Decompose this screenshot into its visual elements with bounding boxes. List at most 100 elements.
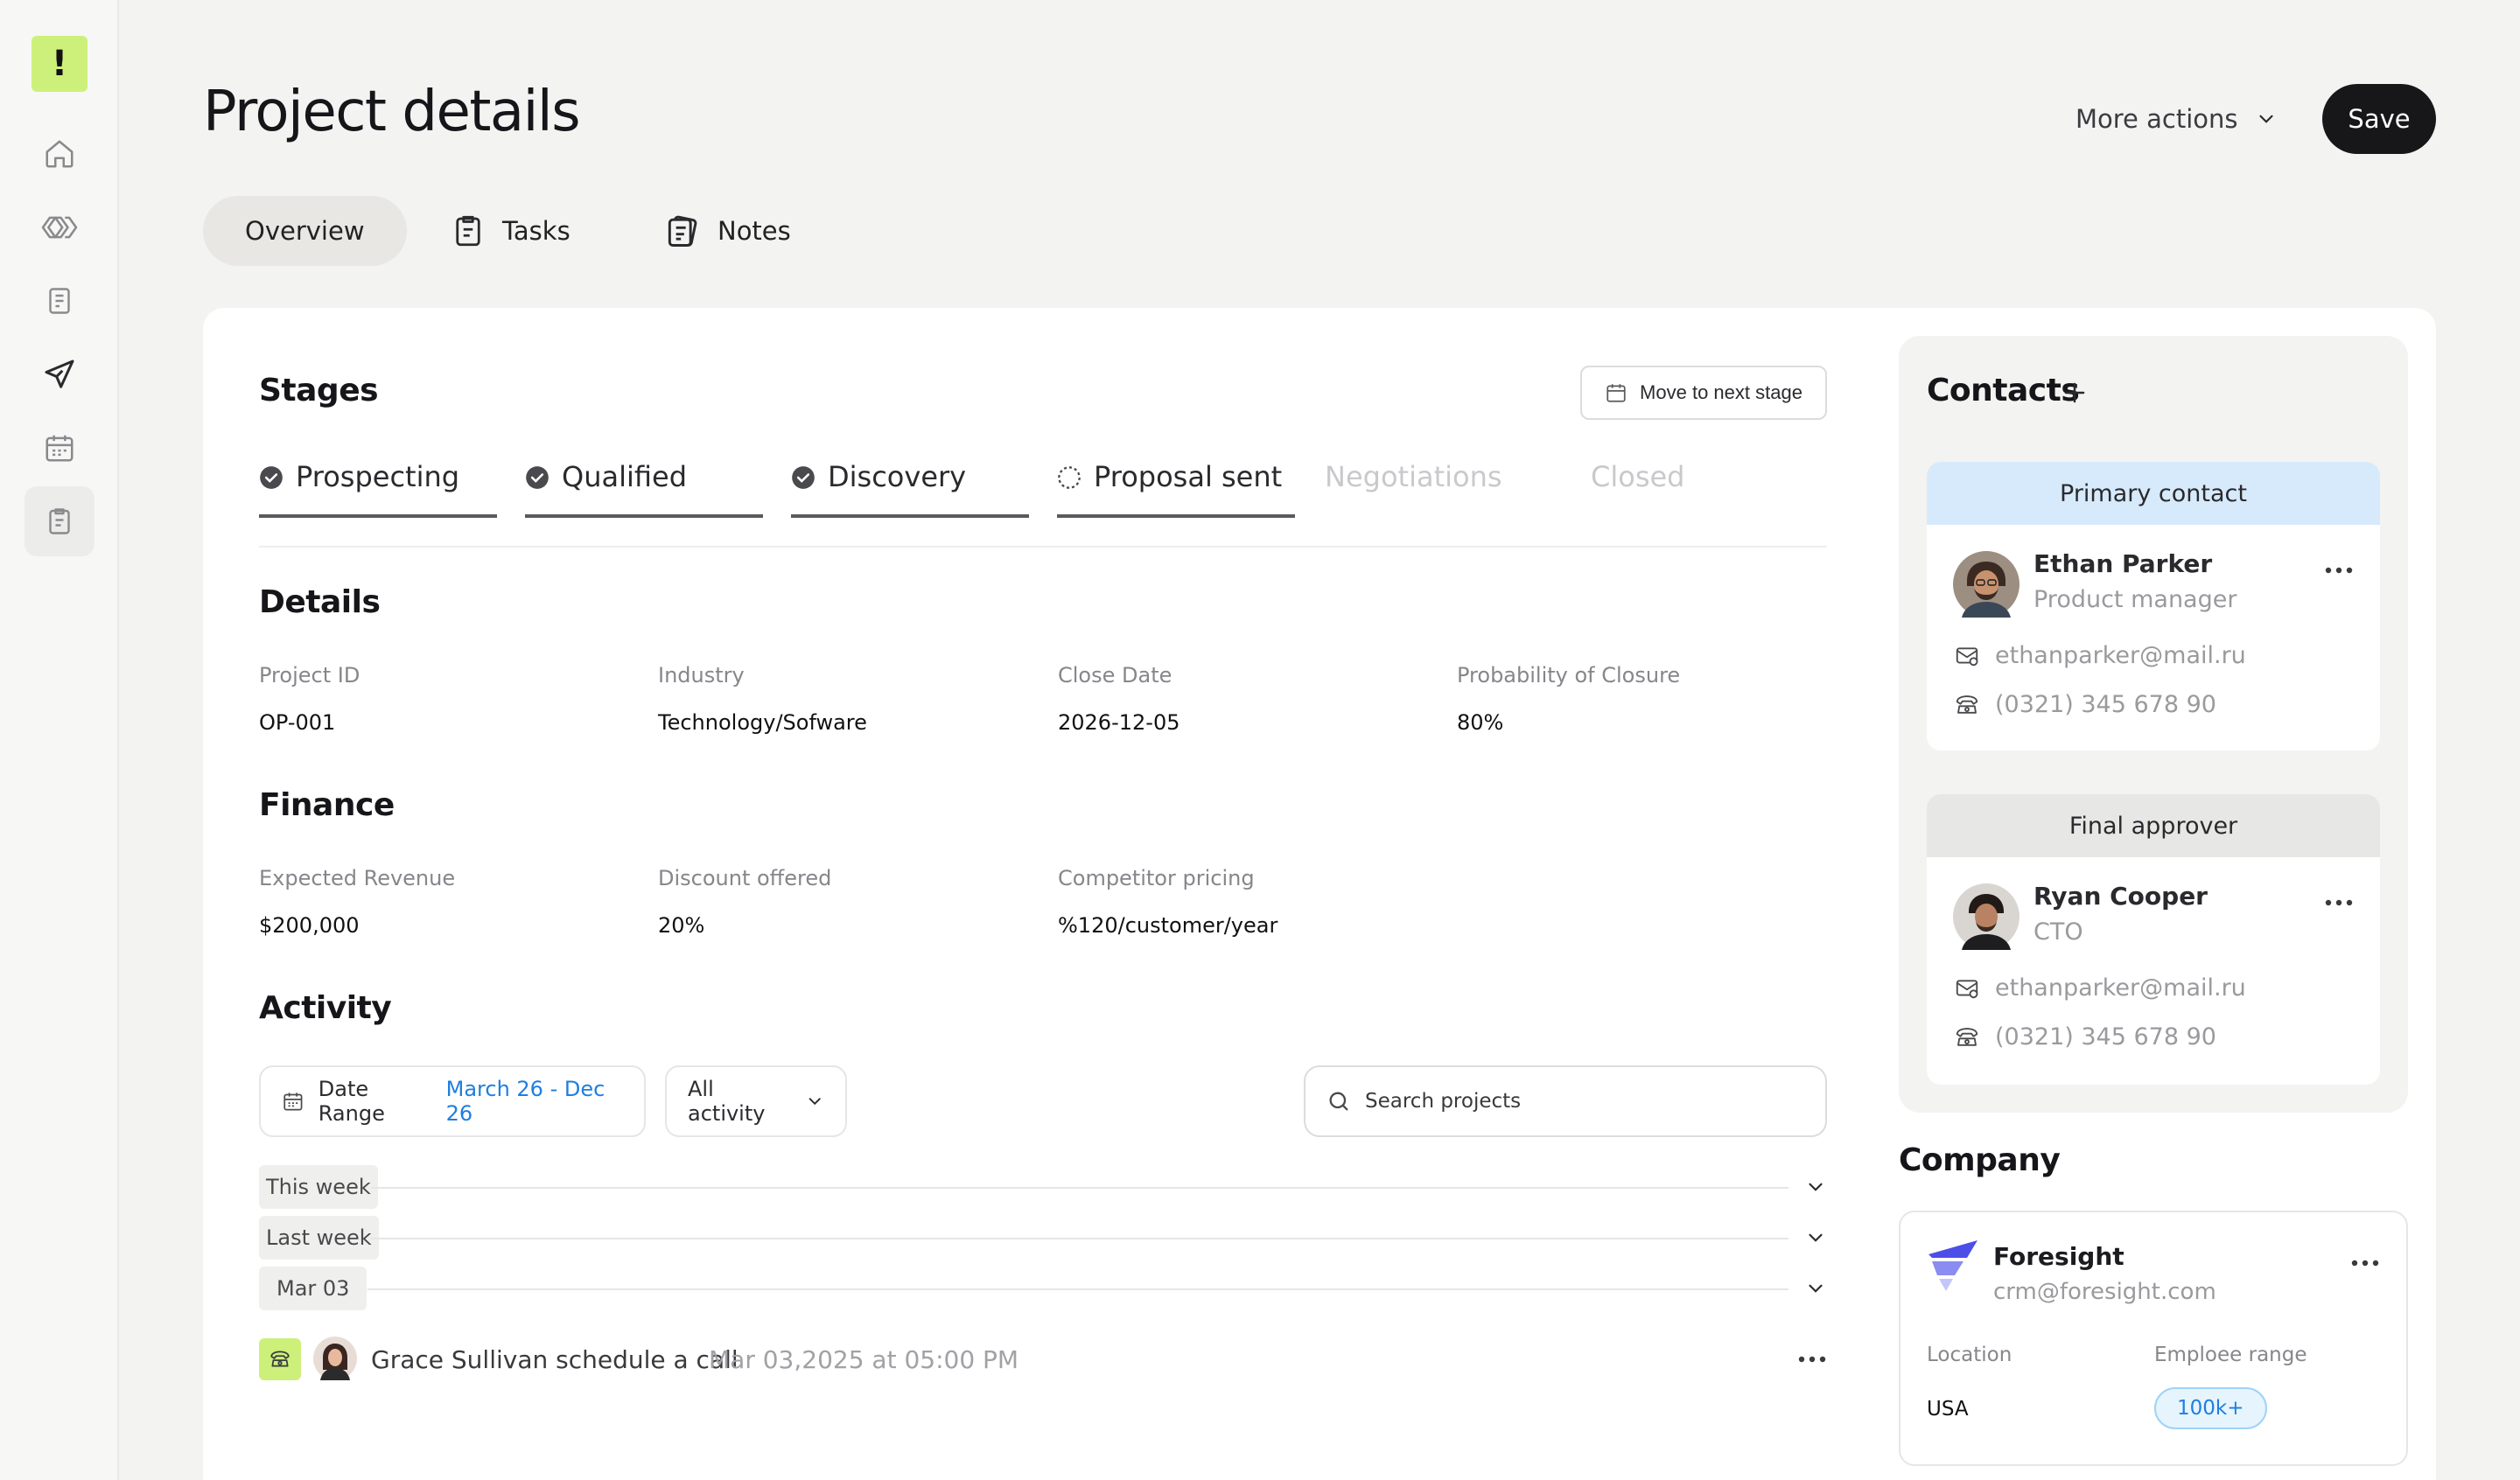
- sidebar-item-pipeline[interactable]: [24, 192, 94, 262]
- app-logo[interactable]: !: [32, 36, 88, 92]
- phone-call-icon: [259, 1338, 301, 1380]
- search-input[interactable]: [1365, 1090, 1802, 1113]
- more-options-icon[interactable]: [1797, 1349, 1827, 1370]
- more-options-icon[interactable]: [2324, 892, 2354, 913]
- contact-name: Ryan Cooper: [2034, 882, 2208, 911]
- stage-qualified[interactable]: Qualified: [525, 455, 763, 518]
- more-actions-dropdown[interactable]: More actions: [2076, 101, 2278, 136]
- calendar-icon: [284, 1093, 303, 1111]
- period-label: This week: [259, 1165, 378, 1209]
- stage-negotiations[interactable]: Negotiations: [1325, 455, 1563, 518]
- stage-label: Discovery: [828, 460, 967, 493]
- period-label: Mar 03: [259, 1267, 368, 1310]
- activity-title: Activity: [259, 990, 392, 1026]
- project-id-value: OP-001: [259, 710, 336, 735]
- move-to-next-stage-label: Move to next stage: [1640, 381, 1802, 403]
- finance-title: Finance: [259, 787, 395, 823]
- divider: [368, 1288, 1788, 1290]
- tab-label: Overview: [245, 216, 365, 246]
- contacts-title: Contacts: [1927, 373, 2080, 408]
- contact-role: CTO: [2034, 918, 2083, 946]
- tab-label: Tasks: [502, 216, 570, 246]
- company-card[interactable]: Foresight crm@foresight.com Location USA…: [1899, 1211, 2408, 1466]
- stage-discovery[interactable]: Discovery: [791, 455, 1029, 518]
- activity-time: Mar 03,2025 at 05:00 PM: [709, 1345, 1019, 1374]
- stage-proposal-sent[interactable]: Proposal sent: [1057, 455, 1295, 518]
- period-row-last-week[interactable]: Last week: [259, 1216, 1827, 1260]
- contact-phone-text: (0321) 345 678 90: [1995, 691, 2216, 718]
- divider: [259, 546, 1827, 548]
- period-row-this-week[interactable]: This week: [259, 1165, 1827, 1209]
- add-contact-icon[interactable]: [2062, 380, 2088, 406]
- contact-card-primary: Primary contact Ethan Parker Product man…: [1927, 462, 2380, 750]
- sidebar: !: [0, 0, 119, 1480]
- avatar[interactable]: [1953, 883, 2020, 950]
- chevron-down-icon[interactable]: [1804, 1176, 1827, 1198]
- company-email: crm@foresight.com: [1993, 1279, 2216, 1305]
- company-title: Company: [1899, 1142, 2061, 1178]
- stage-label: Proposal sent: [1094, 460, 1283, 493]
- expected-revenue-label: Expected Revenue: [259, 866, 456, 890]
- phone-icon: [1956, 1027, 1978, 1046]
- stage-closed[interactable]: Closed: [1591, 455, 1829, 518]
- sidebar-item-campaigns[interactable]: [24, 339, 94, 409]
- company-name: Foresight: [1993, 1242, 2124, 1271]
- sidebar-item-calendar[interactable]: [24, 413, 94, 483]
- location-label: Location: [1927, 1344, 2012, 1366]
- competitor-pricing-value: %120/customer/year: [1058, 913, 1278, 938]
- period-label: Last week: [259, 1216, 379, 1260]
- more-options-icon[interactable]: [2350, 1253, 2380, 1274]
- stage-label: Prospecting: [296, 460, 460, 493]
- avatar[interactable]: [1953, 551, 2020, 618]
- activity-type-value: All activity: [688, 1077, 766, 1126]
- stage-prospecting[interactable]: Prospecting: [259, 455, 497, 518]
- search-projects-field[interactable]: [1304, 1065, 1827, 1137]
- sidebar-item-home[interactable]: [24, 119, 94, 189]
- activity-list-item[interactable]: Grace Sullivan schedule a call Mar 03,20…: [259, 1335, 1827, 1384]
- foresight-logo-icon: [1928, 1240, 1978, 1291]
- chevron-down-icon[interactable]: [1804, 1226, 1827, 1249]
- tab-overview[interactable]: Overview: [203, 196, 407, 266]
- period-row-mar-03[interactable]: Mar 03: [259, 1267, 1827, 1310]
- contact-email-text: ethanparker@mail.ru: [1995, 642, 2246, 669]
- employee-range-badge: 100k+: [2154, 1387, 2267, 1429]
- calendar-icon: [46, 435, 74, 462]
- divider: [371, 1238, 1788, 1239]
- stage-label: Closed: [1591, 460, 1685, 493]
- tab-tasks[interactable]: Tasks: [429, 196, 592, 266]
- move-to-next-stage-button[interactable]: Move to next stage: [1580, 366, 1827, 420]
- more-options-icon[interactable]: [2324, 560, 2354, 581]
- activity-type-select[interactable]: All activity: [665, 1065, 847, 1137]
- phone-icon: [1956, 695, 1978, 714]
- close-date-label: Close Date: [1058, 663, 1172, 688]
- tab-notes[interactable]: Notes: [642, 196, 812, 266]
- contact-phone[interactable]: (0321) 345 678 90: [1953, 1023, 2216, 1051]
- loading-circle-icon: [1058, 466, 1081, 489]
- activity-text: Grace Sullivan schedule a call: [371, 1345, 738, 1374]
- date-range-filter[interactable]: Date Range March 26 - Dec 26: [259, 1065, 646, 1137]
- discount-label: Discount offered: [658, 866, 832, 890]
- sidebar-item-projects[interactable]: [24, 486, 94, 556]
- stage-label: Qualified: [562, 460, 688, 493]
- contact-phone-text: (0321) 345 678 90: [1995, 1023, 2216, 1051]
- mail-icon: [1956, 979, 1978, 998]
- contact-phone[interactable]: (0321) 345 678 90: [1953, 691, 2216, 718]
- probability-label: Probability of Closure: [1457, 663, 1681, 688]
- sidebar-item-invoices[interactable]: [24, 266, 94, 336]
- notes-icon: [668, 215, 697, 247]
- competitor-pricing-label: Competitor pricing: [1058, 866, 1255, 890]
- save-button[interactable]: Save: [2322, 84, 2436, 154]
- contact-role-header: Final approver: [1927, 794, 2380, 857]
- divider: [371, 1187, 1788, 1189]
- date-range-value: March 26 - Dec 26: [445, 1077, 606, 1126]
- send-icon: [45, 360, 74, 388]
- more-actions-label: More actions: [2076, 104, 2238, 134]
- contact-email[interactable]: ethanparker@mail.ru: [1953, 642, 2246, 669]
- details-title: Details: [259, 584, 381, 620]
- check-circle-icon: [792, 466, 815, 489]
- chevron-down-icon[interactable]: [1804, 1277, 1827, 1300]
- chevron-down-icon: [808, 1098, 821, 1106]
- stage-label: Negotiations: [1325, 460, 1502, 493]
- contact-email[interactable]: ethanparker@mail.ru: [1953, 974, 2246, 1002]
- mail-icon: [1956, 646, 1978, 666]
